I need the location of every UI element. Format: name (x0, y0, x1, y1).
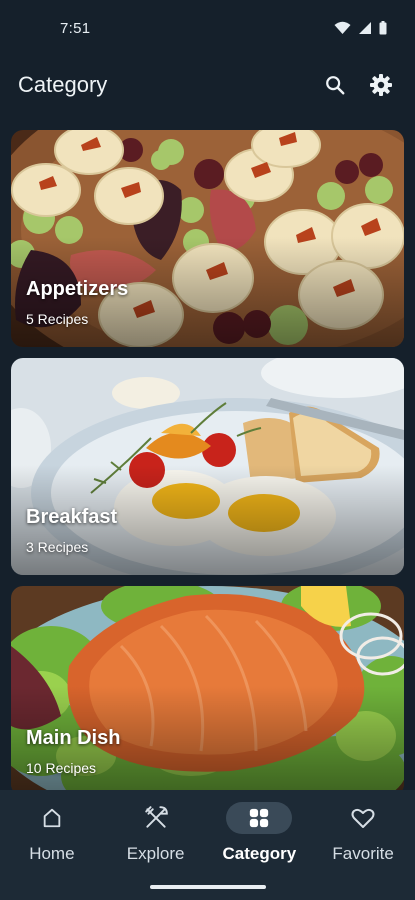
recipe-count: 3 Recipes (26, 539, 89, 555)
nav-icon-container (330, 802, 396, 834)
nav-item-explore[interactable]: Explore (104, 802, 208, 872)
category-name: Breakfast (26, 506, 118, 528)
nav-label: Explore (126, 844, 185, 863)
gear-icon (370, 74, 392, 96)
category-name: Appetizers (26, 278, 129, 300)
nav-icon-container (226, 802, 293, 834)
settings-button[interactable] (369, 73, 393, 97)
grid-icon (250, 808, 269, 828)
nav-items: Home Explore Category Favorite (0, 802, 415, 872)
wifi-icon (334, 21, 351, 34)
nav-icon-container (19, 802, 85, 834)
nav-label: Favorite (332, 844, 394, 863)
category-card-appetizers[interactable]: Appetizers 5 Recipes (11, 130, 404, 347)
category-card-main-dish[interactable]: Main Dish 10 Recipes (11, 586, 404, 796)
nav-item-home[interactable]: Home (0, 802, 104, 872)
category-card-breakfast[interactable]: Breakfast 3 Recipes (11, 358, 404, 575)
nav-item-favorite[interactable]: Favorite (311, 802, 415, 872)
recipe-count: 5 Recipes (26, 311, 89, 327)
home-icon (43, 808, 61, 828)
nav-item-category[interactable]: Category (208, 802, 312, 872)
app-actions (323, 73, 393, 97)
search-button[interactable] (323, 73, 347, 97)
search-icon (326, 76, 345, 95)
signal-icon (359, 22, 371, 34)
recipe-count: 10 Recipes (26, 760, 97, 776)
battery-icon (379, 21, 387, 35)
nav-icon-container (123, 802, 189, 834)
status-time: 7:51 (60, 19, 91, 37)
fork-knife-icon (144, 806, 168, 828)
status-icons (334, 21, 387, 35)
app-bar: Category (0, 60, 415, 110)
nav-label: Home (29, 844, 75, 863)
nav-label: Category (222, 844, 297, 863)
bottom-navigation: Home Explore Category Favorite (0, 790, 415, 900)
home-indicator[interactable] (150, 885, 266, 889)
heart-icon (351, 808, 375, 828)
page-title: Category (18, 72, 108, 97)
category-name: Main Dish (26, 727, 121, 749)
category-list: Appetizers 5 Recipes Breakfast 3 Recipes… (11, 130, 404, 796)
status-bar: 7:51 (0, 0, 415, 56)
